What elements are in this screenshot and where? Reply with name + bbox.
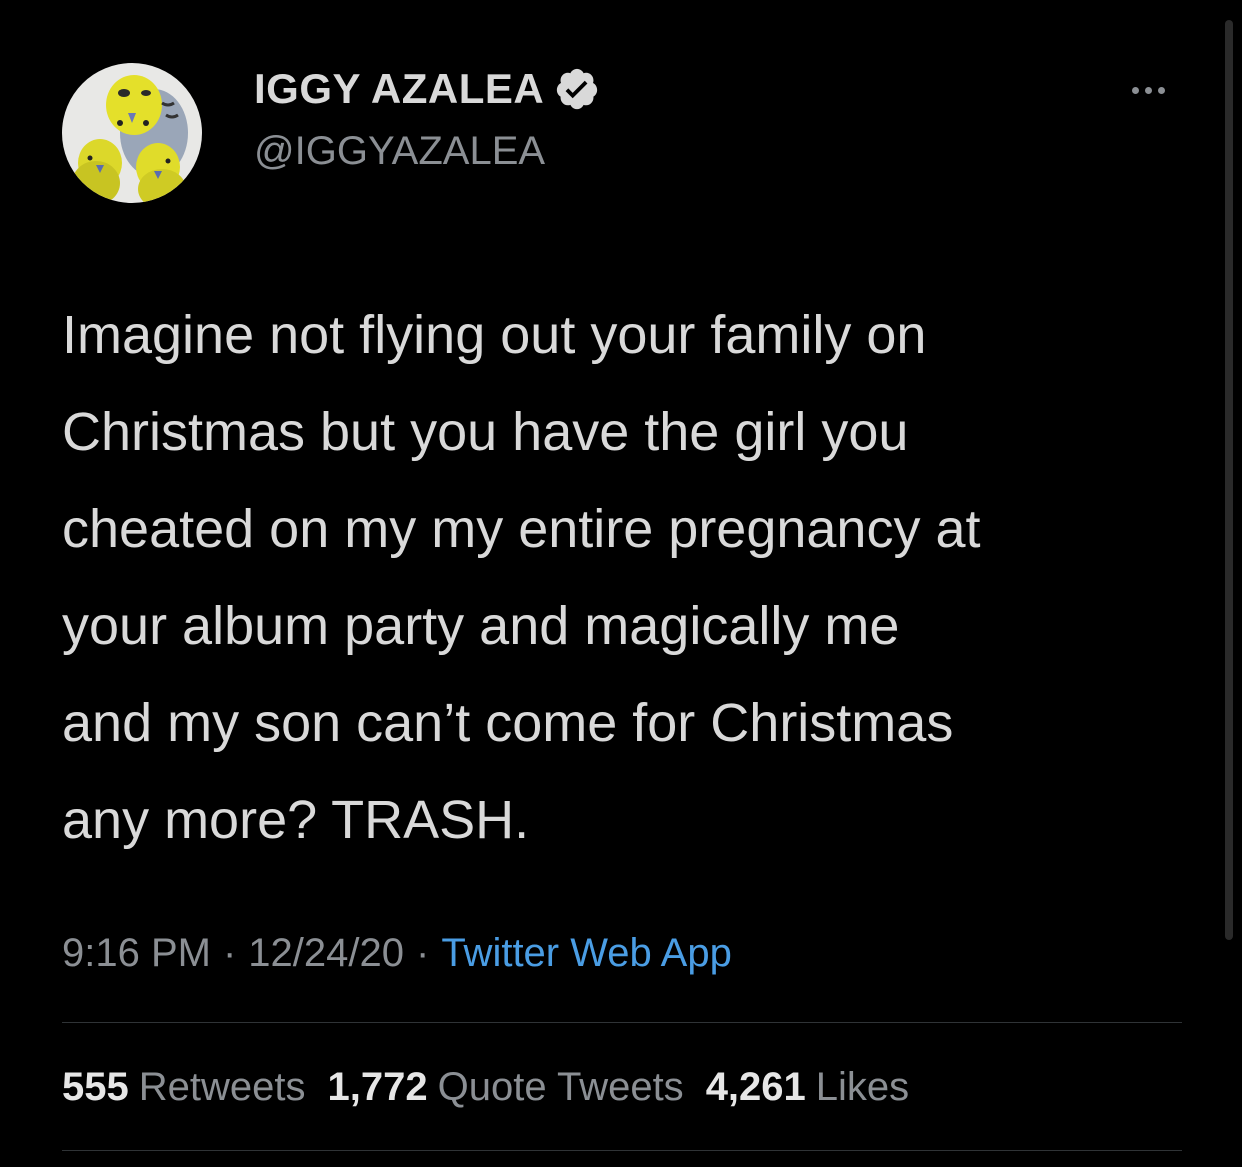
- quote-tweets-label: Quote Tweets: [437, 1065, 684, 1109]
- likes-count: 4,261: [705, 1065, 806, 1109]
- more-options-dot: [1144, 86, 1152, 94]
- retweets-stat[interactable]: 555 Retweets: [62, 1061, 306, 1113]
- tweet-stats: 555 Retweets 1,772 Quote Tweets 4,261 Likes: [62, 1061, 931, 1113]
- more-options-dot: [1157, 86, 1165, 94]
- verified-badge-icon: [554, 66, 600, 112]
- quote-tweets-count: 1,772: [327, 1065, 428, 1109]
- likes-stat[interactable]: 4,261 Likes: [706, 1061, 910, 1113]
- quote-tweets-stat[interactable]: 1,772 Quote Tweets: [328, 1061, 684, 1113]
- retweets-count: 555: [62, 1065, 129, 1109]
- likes-label: Likes: [815, 1065, 910, 1109]
- retweets-label: Retweets: [138, 1065, 306, 1109]
- meta-separator: ·: [416, 931, 430, 975]
- scrollbar[interactable]: [1225, 20, 1233, 940]
- author-handle[interactable]: @IGGYAZALEA: [254, 125, 545, 177]
- more-options-button[interactable]: [1115, 70, 1181, 110]
- avatar[interactable]: [62, 63, 202, 203]
- author-display-name: IGGY AZALEA: [254, 65, 545, 112]
- tweet-meta: 9:16 PM · 12/24/20 · Twitter Web App: [62, 927, 732, 979]
- tweet-detail: IGGY AZALEA @IGGYAZALEA Imagine not flyi…: [0, 0, 1242, 1167]
- tweet-source-link[interactable]: Twitter Web App: [441, 931, 732, 975]
- meta-separator: ·: [222, 931, 237, 975]
- tweet-text: Imagine not flying out your family on Ch…: [62, 305, 981, 850]
- more-options-icon: [1131, 86, 1139, 94]
- author-name[interactable]: IGGY AZALEA: [254, 63, 600, 115]
- tweet-time[interactable]: 9:16 PM: [62, 931, 211, 975]
- divider: [62, 1150, 1182, 1151]
- tweet-date[interactable]: 12/24/20: [248, 931, 404, 975]
- divider: [62, 1022, 1182, 1023]
- budgie-birds-avatar-icon: [62, 63, 202, 203]
